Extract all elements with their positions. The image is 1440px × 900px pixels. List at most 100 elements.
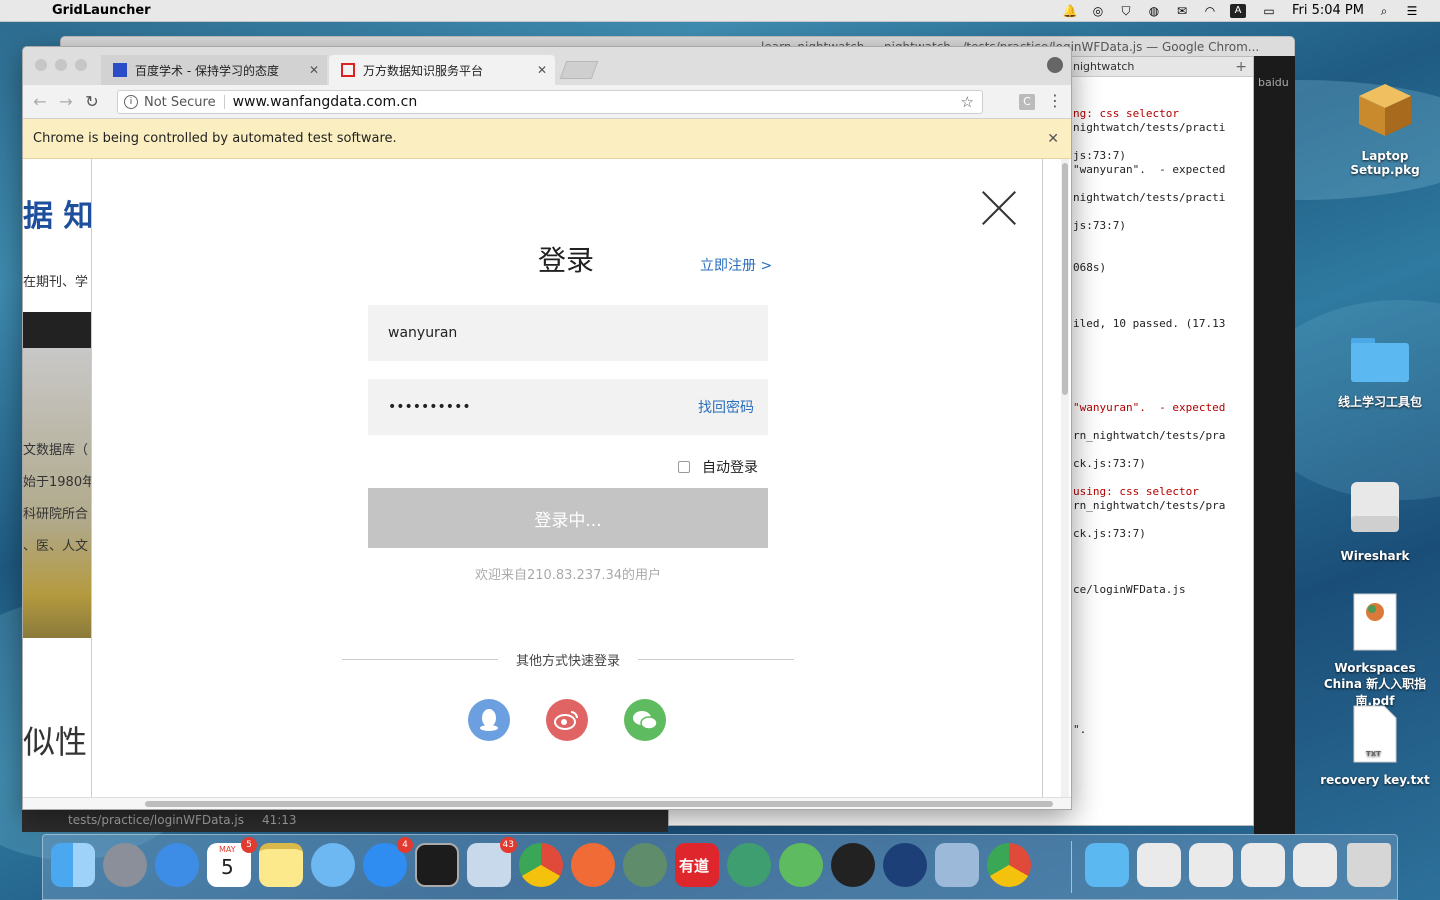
back-arrow-icon[interactable]: ← [29, 91, 51, 113]
input-source-icon[interactable]: A [1229, 3, 1246, 18]
disk-image-icon [1351, 482, 1399, 532]
terminal-line: rn_nightwatch/tests/pra [1073, 429, 1226, 442]
mail-icon[interactable]: 43 [467, 837, 517, 887]
qq-status-icon[interactable]: ◎ [1090, 4, 1106, 18]
spotlight-search-icon[interactable]: ⌕ [1376, 4, 1392, 18]
new-tab-plus-icon[interactable]: + [1235, 59, 1247, 75]
notification-bell-icon[interactable]: 🔔 [1062, 4, 1078, 18]
reload-icon[interactable]: ↻ [81, 91, 103, 113]
svg-text:TXT: TXT [1366, 750, 1381, 758]
notification-center-icon[interactable]: ☰ [1404, 4, 1420, 18]
zoom-window-button[interactable] [75, 59, 87, 71]
preview-icon[interactable] [935, 843, 979, 887]
messages-icon[interactable] [311, 843, 355, 887]
desktop-icon-recovery-key[interactable]: TXT recovery key.txt [1320, 704, 1430, 787]
clock[interactable]: Fri 5:04 PM [1292, 3, 1364, 18]
forward-arrow-icon[interactable]: → [55, 91, 77, 113]
forgot-password-link[interactable]: 找回密码 [698, 397, 754, 417]
register-link[interactable]: 立即注册 > [700, 255, 772, 275]
wechat-status-icon[interactable]: ✉ [1174, 4, 1190, 18]
desktop-icon-learning-tools[interactable]: 线上学习工具包 [1325, 334, 1435, 410]
calendar-icon[interactable]: MAY 5 5 [207, 837, 257, 887]
desktop-icon-workspaces-pdf[interactable]: Workspaces China 新人入职指南.pdf [1320, 592, 1430, 709]
desktop-icon-wireshark[interactable]: Wireshark [1320, 478, 1430, 563]
login-button[interactable]: 登录中... [368, 488, 768, 548]
new-tab-button[interactable] [559, 61, 599, 79]
site-snippet: 科研院所合 [23, 507, 89, 522]
close-window-button[interactable] [35, 59, 47, 71]
editor-tab[interactable]: nightwatch [1073, 60, 1134, 73]
divider-line [638, 658, 795, 660]
app-store-icon[interactable]: 4 [363, 837, 413, 887]
active-app-name[interactable]: GridLauncher [52, 3, 151, 18]
tab-wanfang[interactable]: 万方数据知识服务平台 ✕ [329, 55, 555, 85]
downloads-folder-icon[interactable] [1085, 843, 1129, 887]
bookmark-star-icon[interactable]: ☆ [961, 93, 974, 111]
auto-login-option[interactable]: 自动登录 [678, 457, 758, 477]
profile-avatar-icon[interactable] [1047, 57, 1063, 73]
recent-window-thumbnail[interactable] [1241, 843, 1285, 887]
info-icon[interactable]: i [124, 95, 138, 109]
tab-label: 百度学术 - 保持学习的态度 [135, 63, 279, 78]
desktop-icon-laptop-setup[interactable]: Laptop Setup.pkg [1330, 76, 1440, 177]
qq-login-icon[interactable] [468, 699, 510, 741]
vertical-scrollbar[interactable] [1061, 159, 1069, 799]
battery-icon[interactable]: ▭ [1258, 4, 1280, 18]
weibo-login-icon[interactable] [546, 699, 588, 741]
username-field[interactable]: wanyuran [368, 305, 768, 361]
safari-icon[interactable] [155, 843, 199, 887]
wifi-icon[interactable]: ◠ [1202, 4, 1218, 18]
desktop-icon-label: recovery key.txt [1320, 773, 1430, 787]
recent-window-thumbnail[interactable] [1137, 843, 1181, 887]
terminal-icon[interactable] [415, 843, 459, 887]
app-store-badge: 4 [397, 837, 413, 853]
chrome-icon[interactable] [519, 843, 563, 887]
scrollbar-thumb[interactable] [1062, 163, 1068, 395]
minimize-window-button[interactable] [55, 59, 67, 71]
address-bar[interactable]: i Not Secure www.wanfangdata.com.cn ☆ [117, 90, 983, 114]
globe-icon[interactable]: ◍ [1146, 4, 1162, 18]
trash-icon[interactable] [1347, 843, 1391, 887]
close-tab-icon[interactable]: ✕ [537, 63, 547, 77]
postman-icon[interactable] [571, 843, 615, 887]
recent-window-thumbnail[interactable] [1293, 843, 1337, 887]
dialog-close-icon[interactable] [982, 191, 1016, 225]
auto-login-checkbox[interactable] [678, 461, 690, 473]
terminal-output: ng: css selector nightwatch/tests/practi j… [1073, 107, 1241, 737]
chrome-menu-icon[interactable]: ⋮ [1047, 92, 1063, 110]
notes-icon[interactable] [259, 843, 303, 887]
wechat-login-icon[interactable] [624, 699, 666, 741]
infobar-close-icon[interactable]: ✕ [1047, 131, 1059, 147]
qq-icon[interactable] [831, 843, 875, 887]
youdao-icon[interactable]: 有道 [675, 843, 719, 887]
launchpad-icon[interactable] [103, 843, 147, 887]
atom-icon[interactable] [727, 843, 771, 887]
chrome-window[interactable]: 百度学术 - 保持学习的态度 ✕ 万方数据知识服务平台 ✕ ← → ↻ i No… [22, 46, 1072, 810]
site-heading: 似性 [23, 723, 88, 761]
security-label[interactable]: Not Secure [144, 95, 216, 110]
scrollbar-thumb[interactable] [145, 801, 1053, 807]
menu-bar-status-area: 🔔 ◎ ⛉ ◍ ✉ ◠ A ▭ Fri 5:04 PM ⌕ ☰ [1062, 3, 1440, 18]
finder-icon[interactable] [51, 843, 95, 887]
tab-baidu-scholar[interactable]: 百度学术 - 保持学习的态度 ✕ [101, 55, 327, 85]
site-nav-band [23, 312, 93, 348]
sourcetree-icon[interactable] [883, 843, 927, 887]
wechat-icon[interactable] [779, 843, 823, 887]
recent-window-thumbnail[interactable] [1189, 843, 1233, 887]
calendar-badge: 5 [241, 837, 257, 853]
password-field[interactable]: •••••••••• 找回密码 [368, 379, 768, 435]
extension-icon[interactable]: C [1019, 94, 1035, 110]
url-text[interactable]: www.wanfangdata.com.cn [233, 94, 418, 110]
site-logo: 据 知 [23, 199, 94, 234]
horizontal-scrollbar[interactable] [23, 797, 1071, 809]
chrome-automation-icon[interactable] [987, 843, 1031, 887]
close-tab-icon[interactable]: ✕ [309, 63, 319, 77]
shield-icon[interactable]: ⛉ [1118, 4, 1134, 18]
network-icon[interactable] [623, 843, 667, 887]
baidu-paw-icon [113, 63, 127, 77]
